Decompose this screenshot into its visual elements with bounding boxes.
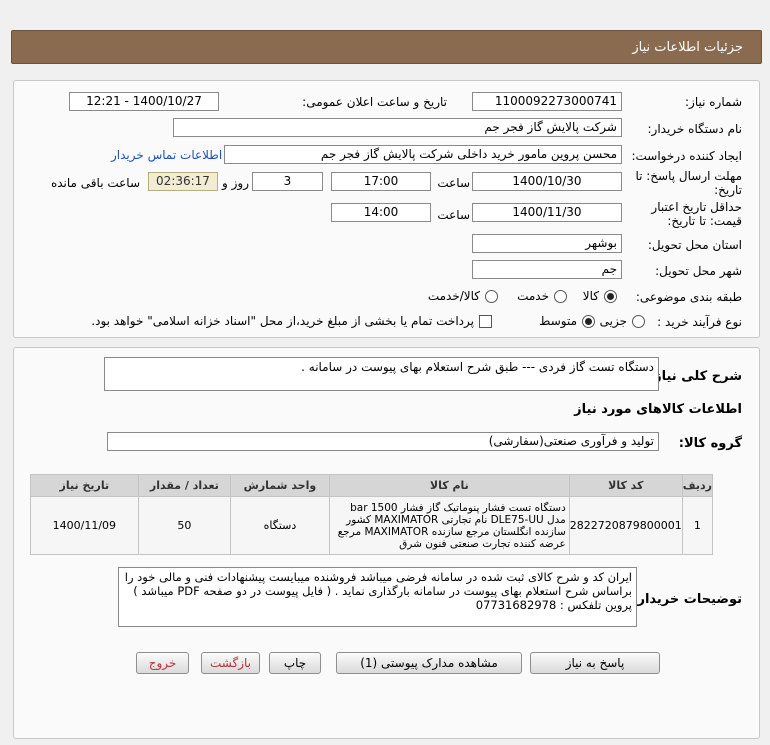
cell-code: 2822720879800001 [568, 496, 683, 555]
category-option-service[interactable]: خدمت [517, 289, 567, 303]
remaining-time-label: ساعت باقی مانده [50, 176, 140, 190]
buyer-notes-contact: پروین تلفکس : 07731682978 [475, 598, 632, 612]
category-goods-label: کالا [582, 289, 599, 303]
exit-button[interactable]: خروج [136, 652, 189, 674]
cell-row: 1 [681, 496, 714, 555]
category-radio-goods[interactable] [604, 289, 617, 303]
treasury-payment-note: پرداخت تمام یا بخشی از مبلغ خرید،از محل … [91, 314, 474, 328]
process-type-label: نوع فرآیند خرید : [657, 315, 742, 329]
goods-table-header: ردیف کد کالا نام کالا واحد شمارش تعداد /… [30, 474, 714, 497]
process-radio-medium[interactable] [582, 314, 595, 328]
page-title-bar: جزئیات اطلاعات نیاز [11, 30, 762, 64]
process-minor-label: جزیی [599, 314, 627, 328]
validity-time-label: ساعت [437, 208, 470, 222]
category-label: طبقه بندی موضوعی: [635, 290, 742, 304]
days-remaining-field: 3 [252, 172, 323, 191]
requester-field: محسن پروین مامور خرید داخلی شرکت پالایش … [224, 145, 622, 164]
reply-button[interactable]: پاسخ به نیاز [530, 652, 660, 674]
buyer-contact-link[interactable]: اطلاعات تماس خریدار [111, 148, 222, 162]
category-option-goods[interactable]: کالا [583, 289, 617, 303]
category-option-goods-service[interactable]: کالا/خدمت [428, 289, 498, 303]
goods-group-field: تولید و فرآوری صنعتی(سفارشی) [107, 432, 659, 451]
col-qty-header: تعداد / مقدار [137, 474, 232, 497]
goods-section-title: اطلاعات کالاهای مورد نیاز [574, 402, 742, 417]
goods-table: ردیف کد کالا نام کالا واحد شمارش تعداد /… [30, 474, 714, 555]
col-unit-header: واحد شمارش [230, 474, 330, 497]
col-date-header: تاریخ نیاز [30, 474, 139, 497]
process-option-medium[interactable]: متوسط [539, 314, 595, 328]
buyer-notes-label: توضیحات خریدار: [632, 592, 742, 607]
deadline-date-field: 1400/10/30 [472, 172, 622, 191]
buyer-org-label: نام دستگاه خریدار: [647, 122, 743, 136]
view-attachments-button[interactable]: مشاهده مدارک پیوستی (1) [336, 652, 522, 674]
days-label: روز و [222, 176, 249, 190]
need-number-label: شماره نیاز: [685, 95, 742, 109]
process-radio-minor[interactable] [632, 314, 645, 328]
remaining-time-field: 02:36:17 [148, 172, 218, 191]
print-button[interactable]: چاپ [269, 652, 321, 674]
summary-label: شرح کلی نیاز: [648, 369, 742, 384]
table-row: 1 2822720879800001 دستگاه تست فشار پنوما… [30, 496, 714, 555]
deadline-time-label: ساعت [437, 176, 470, 190]
cell-qty: 50 [137, 496, 232, 555]
col-row-header: ردیف [681, 474, 714, 497]
buyer-org-field: شرکت پالایش گاز فجر جم [173, 118, 622, 137]
announce-datetime-label: تاریخ و ساعت اعلان عمومی: [302, 95, 447, 109]
cell-date: 1400/11/09 [30, 496, 139, 555]
treasury-payment-option[interactable]: پرداخت تمام یا بخشی از مبلغ خرید،از محل … [91, 314, 492, 328]
category-service-label: خدمت [517, 289, 549, 303]
cell-name: دستگاه تست فشار پنوماتیک گاز فشار 1500 b… [328, 496, 570, 555]
validity-label-line1: حداقل تاریخ اعتبار [651, 200, 742, 214]
buyer-notes-text: ایران کد و شرح کالای ثبت شده در سامانه ف… [124, 570, 632, 598]
province-field: بوشهر [472, 234, 622, 253]
back-button[interactable]: بازگشت [201, 652, 260, 674]
col-name-header: نام کالا [328, 474, 570, 497]
validity-date-field: 1400/11/30 [472, 203, 622, 222]
requester-label: ایجاد کننده درخواست: [631, 149, 742, 163]
summary-field: دستگاه تست گاز فردی --- طبق شرح استعلام … [104, 357, 659, 391]
need-number-field: 1100092273000741 [472, 92, 622, 111]
buyer-notes-field: ایران کد و شرح کالای ثبت شده در سامانه ف… [118, 567, 637, 627]
goods-table-wrap: ردیف کد کالا نام کالا واحد شمارش تعداد /… [30, 474, 714, 555]
category-radio-service[interactable] [554, 289, 567, 303]
city-field: جم [472, 260, 622, 279]
col-code-header: کد کالا [568, 474, 683, 497]
deadline-label-line2: تاریخ: [714, 183, 742, 197]
deadline-label-line1: مهلت ارسال پاسخ: تا [635, 169, 742, 183]
validity-label-line2: قیمت: تا تاریخ: [667, 214, 742, 228]
deadline-time-field: 17:00 [331, 172, 431, 191]
treasury-payment-checkbox[interactable] [479, 314, 492, 328]
category-radio-goods-service[interactable] [485, 289, 498, 303]
page-title: جزئیات اطلاعات نیاز [632, 40, 743, 55]
announce-datetime-field: 1400/10/27 - 12:21 [69, 92, 219, 111]
province-label: استان محل تحویل: [647, 238, 742, 252]
city-label: شهر محل تحویل: [655, 264, 742, 278]
validity-time-field: 14:00 [331, 203, 431, 222]
category-goods-service-label: کالا/خدمت [427, 289, 480, 303]
goods-group-label: گروه کالا: [678, 436, 742, 451]
cell-unit: دستگاه [230, 496, 330, 555]
process-option-minor[interactable]: جزیی [600, 314, 645, 328]
process-medium-label: متوسط [539, 314, 577, 328]
